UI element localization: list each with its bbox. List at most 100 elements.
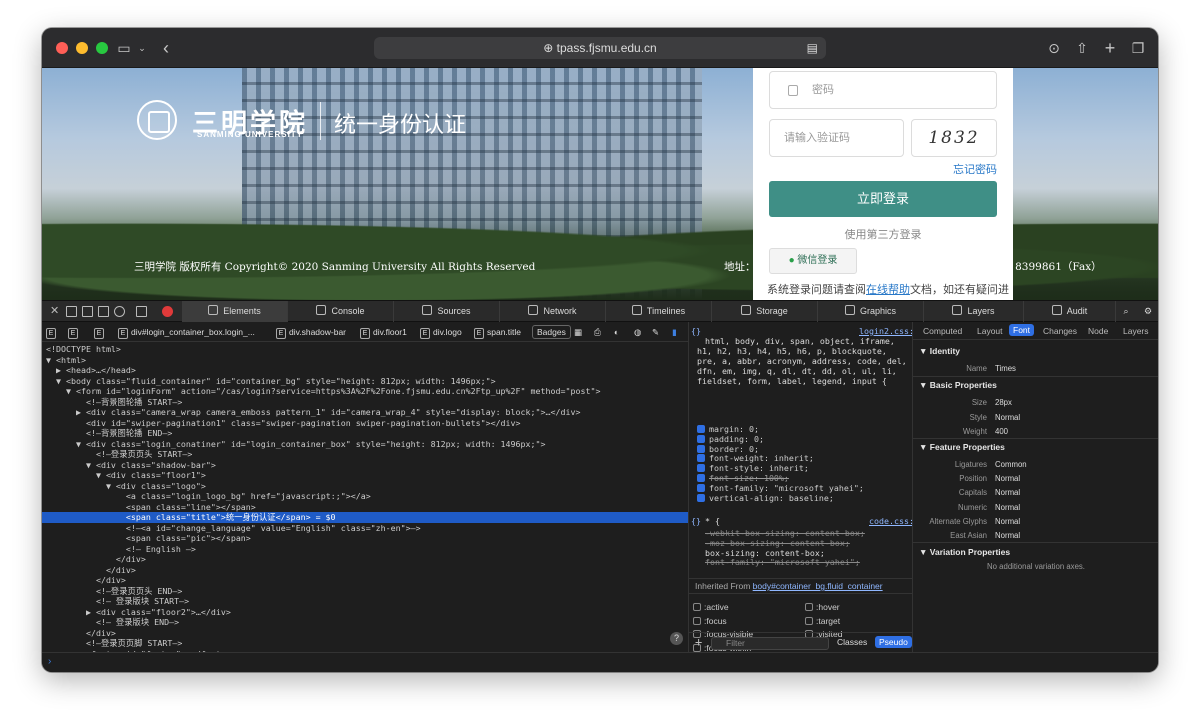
rule-source-link[interactable]: login2.css:12 xyxy=(859,326,912,336)
help-icon[interactable]: ? xyxy=(670,632,683,645)
tab-graphics[interactable]: Graphics xyxy=(818,301,924,322)
download-icon[interactable]: ⊙ xyxy=(1044,38,1064,58)
style-property[interactable]: font-size: 100%; xyxy=(697,473,789,483)
dom-node[interactable]: ▶ <head>…</head> xyxy=(42,365,688,376)
feature-section[interactable]: ▼ Feature Properties xyxy=(919,442,1005,452)
dom-node[interactable]: ▼ <div class="shadow-bar"> xyxy=(42,460,688,471)
appearance-icon[interactable]: ◐ xyxy=(614,322,619,342)
error-icon[interactable] xyxy=(162,306,173,317)
tab-layers-detail[interactable]: Layers xyxy=(1123,326,1149,336)
target-icon[interactable] xyxy=(114,306,125,317)
close-window-button[interactable] xyxy=(56,42,68,54)
dom-node[interactable]: <!—背景图轮播 END—> xyxy=(42,428,688,439)
tab-network[interactable]: Network xyxy=(500,301,606,322)
dom-node[interactable]: ▼ <html> xyxy=(42,355,688,366)
dom-node[interactable]: <!—登录页页脚 START—> xyxy=(42,638,688,649)
gear-icon[interactable]: ⚙ xyxy=(1138,301,1158,322)
dom-node[interactable]: ▼ <div class="floor1"> xyxy=(42,470,688,481)
badges-button[interactable]: Badges xyxy=(532,325,571,339)
tab-timelines[interactable]: Timelines xyxy=(606,301,712,322)
style-property[interactable]: border: 0; xyxy=(697,444,759,454)
inherited-link[interactable]: body#container_bg.fluid_container xyxy=(753,581,883,591)
dom-node[interactable]: ▼ <div class="logo"> xyxy=(42,481,688,492)
style-property[interactable]: vertical-align: baseline; xyxy=(697,493,834,503)
dom-node[interactable]: <!DOCTYPE html> xyxy=(42,344,688,355)
breadcrumb-html[interactable]: E xyxy=(46,322,59,342)
breadcrumb-item[interactable]: Ediv#login_container_box.login_... xyxy=(118,322,255,342)
style-property[interactable]: box-sizing: content-box; xyxy=(705,548,825,558)
classes-button[interactable]: Classes xyxy=(837,637,867,647)
wechat-login-button[interactable]: ● 微信登录 xyxy=(769,248,857,274)
dom-node[interactable]: <!— 登录版块 END—> xyxy=(42,617,688,628)
device-icon[interactable] xyxy=(136,306,147,317)
checkbox-icon[interactable] xyxy=(805,616,813,625)
identity-section[interactable]: ▼ Identity xyxy=(919,346,960,356)
university-seal-icon[interactable] xyxy=(137,100,177,140)
address-bar[interactable]: ⊕ tpass.fjsmu.edu.cn ▤ xyxy=(374,37,826,59)
breadcrumb-item[interactable]: Ediv.logo xyxy=(420,322,462,342)
chevron-down-icon[interactable]: ⌄ xyxy=(136,38,148,58)
tab-layout[interactable]: Layout xyxy=(977,326,1003,336)
pseudo-state[interactable]: :hover xyxy=(805,602,840,612)
checkbox-icon[interactable] xyxy=(697,483,705,492)
dock-bottom-icon[interactable] xyxy=(66,306,77,317)
tab-elements[interactable]: Elements xyxy=(182,301,288,322)
checkbox-icon[interactable] xyxy=(697,444,705,453)
dom-node[interactable]: <!— 登录版块 START—> xyxy=(42,596,688,607)
toggle-sidebar-icon[interactable]: ▮ xyxy=(672,322,677,342)
dom-node[interactable]: ▼ <div class="login_conatiner" id="login… xyxy=(42,439,688,450)
dock-left-icon[interactable] xyxy=(98,306,109,317)
style-property[interactable]: font-family: "microsoft yahei"; xyxy=(705,557,860,567)
dom-node[interactable]: </div> xyxy=(42,565,688,576)
checkbox-icon[interactable] xyxy=(697,434,705,443)
tab-console[interactable]: Console xyxy=(288,301,394,322)
print-icon[interactable]: ⎙ xyxy=(594,322,601,342)
dom-node[interactable]: <!—登录页页头 END—> xyxy=(42,586,688,597)
style-property[interactable]: margin: 0; xyxy=(697,424,759,434)
checkbox-icon[interactable] xyxy=(697,474,705,482)
dom-node[interactable]: <div id="swiper-pagination1" class="swip… xyxy=(42,418,688,429)
breadcrumb-item[interactable]: Ediv.floor1 xyxy=(360,322,407,342)
style-property[interactable]: padding: 0; xyxy=(697,434,764,444)
checkbox-icon[interactable] xyxy=(697,464,705,473)
pseudo-button[interactable]: Pseudo xyxy=(875,636,912,648)
checkbox-icon[interactable] xyxy=(693,603,701,611)
add-rule-icon[interactable]: + xyxy=(695,635,702,649)
breadcrumb-item[interactable]: Ediv.shadow-bar xyxy=(276,322,346,342)
forgot-password-link[interactable]: 忘记密码 xyxy=(923,161,997,177)
login-button[interactable]: 立即登录 xyxy=(769,181,997,217)
dock-right-icon[interactable] xyxy=(82,306,93,317)
dom-node[interactable]: <!— English —> xyxy=(42,544,688,555)
style-property[interactable]: -moz-box-sizing: content-box; xyxy=(705,538,850,548)
dom-node[interactable]: <!—<a id="change_language" value="Englis… xyxy=(42,523,688,534)
dom-node[interactable]: <span class="pic"></span> xyxy=(42,533,688,544)
tab-node[interactable]: Node xyxy=(1088,326,1108,336)
dom-node[interactable]: <!—背景图轮播 START—> xyxy=(42,397,688,408)
dom-node[interactable]: ▼ <body class="fluid_container" id="cont… xyxy=(42,376,688,387)
checkbox-icon[interactable] xyxy=(697,493,705,502)
breadcrumb-item[interactable]: Espan.title xyxy=(474,322,521,342)
sidebar-icon[interactable]: ▭ xyxy=(114,38,134,58)
dom-node[interactable]: <a class="login_logo_bg" href="javascrip… xyxy=(42,491,688,502)
tab-changes[interactable]: Changes xyxy=(1043,326,1077,336)
dom-node[interactable]: </div> xyxy=(42,575,688,586)
layout-icon[interactable]: ▦ xyxy=(574,322,582,342)
captcha-input[interactable]: 请输入验证码 xyxy=(769,119,904,157)
search-icon[interactable]: ⌕ xyxy=(1116,301,1136,322)
checkbox-icon[interactable] xyxy=(697,425,705,433)
dom-node-selected[interactable]: <span class="title">统一身份认证</span> = $0 xyxy=(42,512,688,523)
basic-section[interactable]: ▼ Basic Properties xyxy=(919,380,997,390)
pen-icon[interactable]: ✎ xyxy=(652,322,659,342)
checkbox-icon[interactable] xyxy=(693,616,701,625)
tab-sources[interactable]: Sources xyxy=(394,301,500,322)
tab-audit[interactable]: Audit xyxy=(1024,301,1116,322)
dom-node[interactable]: <!—登录页页头 START—> xyxy=(42,449,688,460)
style-property[interactable]: font-family: "microsoft yahei"; xyxy=(697,483,864,493)
styles-filter-input[interactable]: Filter xyxy=(711,637,829,650)
zoom-window-button[interactable] xyxy=(96,42,108,54)
back-icon[interactable]: ‹ xyxy=(158,38,174,58)
pseudo-state[interactable]: :target xyxy=(805,616,840,626)
tab-font[interactable]: Font xyxy=(1009,324,1035,336)
dom-node[interactable]: ▶ <div class="floor2">…</div> xyxy=(42,607,688,618)
minimize-window-button[interactable] xyxy=(76,42,88,54)
